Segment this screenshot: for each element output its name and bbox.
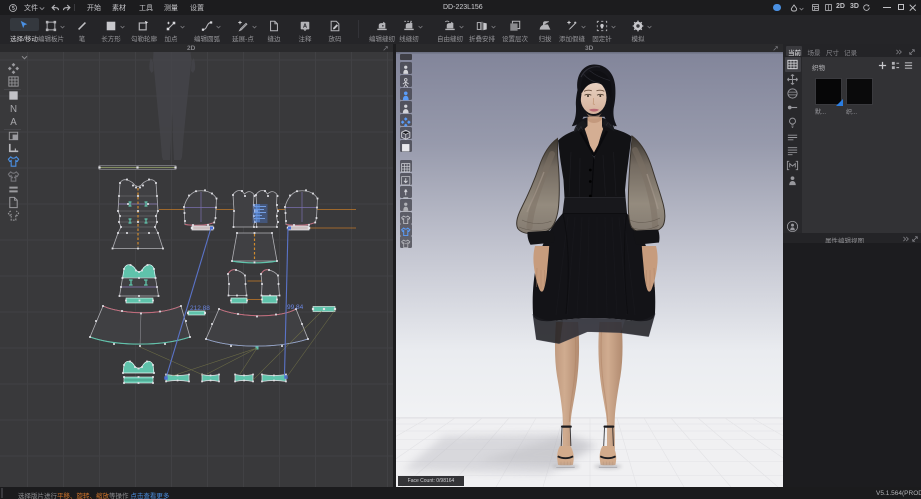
svg-text:212.88: 212.88 bbox=[190, 305, 210, 312]
svg-text:99.84: 99.84 bbox=[287, 304, 304, 311]
svg-text:A: A bbox=[10, 117, 17, 128]
svg-text:N: N bbox=[10, 104, 17, 115]
